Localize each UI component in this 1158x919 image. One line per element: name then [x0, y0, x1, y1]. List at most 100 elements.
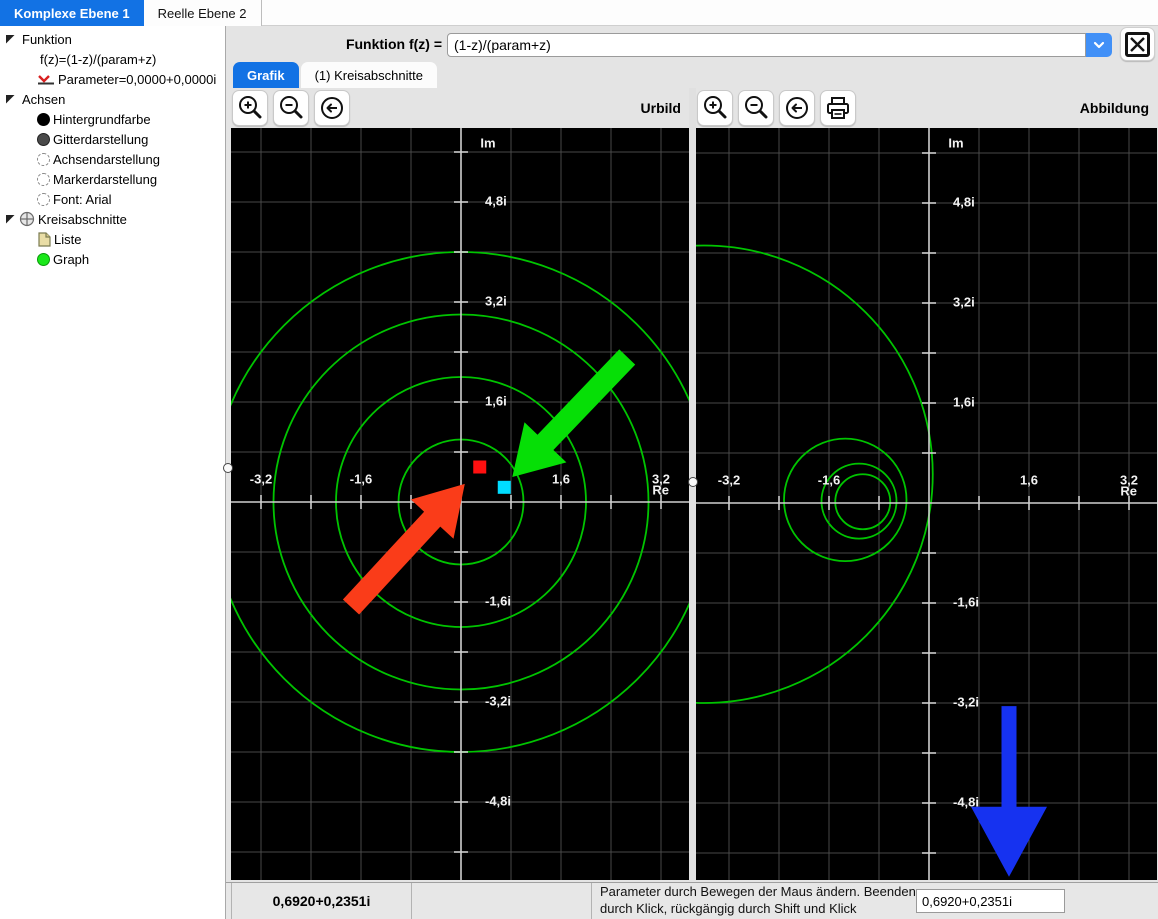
sidebar-item-graph[interactable]: Graph [0, 249, 225, 269]
color-swatch-empty-icon[interactable] [37, 172, 50, 186]
view-tab-bar: Grafik (1) Kreisabschnitte [226, 62, 1158, 88]
zoom-out-button[interactable] [738, 90, 774, 126]
disclosure-triangle-icon[interactable] [6, 94, 15, 104]
tree-item-label: Liste [54, 231, 82, 247]
svg-text:1,6: 1,6 [552, 471, 570, 486]
sidebar-item-markerdarstellung[interactable]: Markerdarstellung [0, 169, 225, 189]
close-button[interactable] [1120, 27, 1155, 61]
tree-item-label: Markerdarstellung [53, 171, 158, 187]
sidebar-item-parameter[interactable]: Parameter=0,0000+0,0000i [0, 69, 225, 89]
svg-text:-3,2i: -3,2i [953, 694, 979, 709]
status-message: Parameter durch Bewegen der Maus ändern.… [600, 884, 916, 916]
sidebar-tree: Funktion f(z)=(1-z)/(param+z) Parameter=0,… [0, 26, 226, 919]
svg-text:-1,6i: -1,6i [485, 593, 511, 608]
color-swatch-empty-icon[interactable] [37, 152, 50, 166]
color-swatch-empty-icon[interactable] [37, 192, 50, 206]
sidebar-item-fz-formula[interactable]: f(z)=(1-z)/(param+z) [0, 49, 225, 69]
panel-title-urbild: Urbild [640, 100, 681, 116]
svg-text:1,6i: 1,6i [485, 393, 507, 408]
status-bar: 0,6920+0,2351i Parameter durch Bewegen d… [226, 882, 1158, 919]
tab-komplexe-ebene-1[interactable]: Komplexe Ebene 1 [0, 0, 144, 26]
tree-item-label: Font: Arial [53, 191, 112, 207]
sidebar-item-font-arial[interactable]: Font: Arial [0, 189, 225, 209]
svg-text:Re: Re [1120, 483, 1137, 498]
circle-sections-icon [19, 211, 35, 227]
tree-item-label: Kreisabschnitte [38, 211, 127, 227]
tab-grafik[interactable]: Grafik [233, 62, 299, 88]
window-tab-bar: Komplexe Ebene 1 Reelle Ebene 2 [0, 0, 1158, 26]
abbildung-toolbar: Abbildung [696, 88, 1157, 128]
status-message-cell: Parameter durch Bewegen der Maus ändern.… [592, 883, 1158, 919]
svg-text:1,6i: 1,6i [953, 394, 975, 409]
note-icon [38, 231, 51, 247]
app-window: Komplexe Ebene 1 Reelle Ebene 2 Funktion… [0, 0, 1158, 919]
zoom-in-button[interactable] [697, 90, 733, 126]
color-swatch-black-icon[interactable] [37, 112, 50, 126]
svg-text:-1,6: -1,6 [818, 472, 840, 487]
svg-text:-3,2: -3,2 [250, 471, 272, 486]
sidebar-item-liste[interactable]: Liste [0, 229, 225, 249]
svg-text:3,2i: 3,2i [485, 293, 507, 308]
panel-title-abbildung: Abbildung [1079, 100, 1149, 116]
zoom-in-icon [704, 96, 727, 119]
svg-text:Re: Re [652, 482, 669, 497]
svg-text:-4,8i: -4,8i [485, 793, 511, 808]
tree-item-label: Hintergrundfarbe [53, 111, 151, 127]
tree-item-label: Graph [53, 251, 90, 267]
splitter-handle-left[interactable] [223, 463, 233, 473]
svg-text:1,6: 1,6 [1020, 472, 1038, 487]
panel-urbild: Urbild -3,2 -1,6 1,6 3,2 4,8i 3,2i 1,6i -1,6i -3… [231, 88, 689, 880]
disclosure-triangle-icon[interactable] [6, 34, 15, 44]
chevron-down-icon [1093, 41, 1105, 49]
svg-text:-3,2i: -3,2i [485, 693, 511, 708]
urbild-toolbar: Urbild [231, 88, 689, 128]
zoom-reset-button[interactable] [779, 90, 815, 126]
color-swatch-gray-icon[interactable] [37, 132, 50, 146]
tree-item-label: Gitterdarstellung [53, 131, 149, 147]
zoom-out-button[interactable] [273, 90, 309, 126]
status-cell-empty [412, 883, 592, 919]
sidebar-item-gitterdarstellung[interactable]: Gitterdarstellung [0, 129, 225, 149]
function-row: Funktion f(z) = [226, 26, 1158, 62]
svg-text:Im: Im [480, 135, 495, 150]
abbildung-plot-canvas[interactable]: -3,2 -1,6 1,6 3,24,8i3,2i1,6i-1,6i-3,2i-4,8… [696, 128, 1157, 880]
zoom-out-icon [280, 96, 303, 119]
parameter-value-input[interactable] [916, 889, 1065, 913]
tree-item-label: Funktion [22, 31, 72, 47]
sidebar-item-kreisabschnitte[interactable]: Kreisabschnitte [0, 209, 225, 229]
zoom-reset-button[interactable] [314, 90, 350, 126]
svg-text:-1,6i: -1,6i [953, 594, 979, 609]
svg-text:4,8i: 4,8i [953, 194, 975, 209]
coordinate-readout: 0,6920+0,2351i [231, 883, 412, 919]
tab-kreisabschnitte[interactable]: (1) Kreisabschnitte [300, 62, 437, 88]
sidebar-item-hintergrundfarbe[interactable]: Hintergrundfarbe [0, 109, 225, 129]
sidebar-item-funktion[interactable]: Funktion [0, 29, 225, 49]
svg-text:4,8i: 4,8i [485, 193, 507, 208]
sidebar-item-achsendarstellung[interactable]: Achsendarstellung [0, 149, 225, 169]
back-icon [321, 97, 343, 119]
function-dropdown-button[interactable] [1086, 33, 1112, 57]
zoom-in-icon [239, 96, 262, 119]
svg-text:Im: Im [948, 135, 963, 150]
tab-reelle-ebene-2[interactable]: Reelle Ebene 2 [143, 0, 262, 26]
disclosure-triangle-icon[interactable] [6, 214, 15, 224]
color-swatch-green-icon[interactable] [37, 252, 50, 266]
tree-item-label: Achsen [22, 91, 66, 107]
zoom-out-icon [745, 96, 768, 119]
zoom-in-button[interactable] [232, 90, 268, 126]
print-button[interactable] [820, 90, 856, 126]
back-icon [786, 97, 808, 119]
urbild-plot-canvas[interactable]: -3,2 -1,6 1,6 3,24,8i3,2i1,6i-1,6i-3,2i-4,8… [231, 128, 689, 880]
tree-item-label: f(z)=(1-z)/(param+z) [40, 51, 157, 67]
svg-text:-1,6: -1,6 [350, 471, 372, 486]
print-icon [827, 97, 849, 119]
function-input[interactable] [447, 33, 1086, 57]
svg-text:-3,2: -3,2 [718, 472, 740, 487]
parameter-marker-icon [38, 74, 54, 84]
sidebar-item-achsen[interactable]: Achsen [0, 89, 225, 109]
panel-abbildung: Abbildung -3,2 -1,6 1,6 3,2 4,8i 3,2i 1,6i -1,6… [696, 88, 1157, 880]
tree-item-label: Achsendarstellung [53, 151, 160, 167]
splitter-handle-right[interactable] [688, 477, 698, 487]
tree-item-label: Parameter=0,0000+0,0000i [58, 71, 217, 87]
function-label: Funktion f(z) = [345, 36, 442, 52]
